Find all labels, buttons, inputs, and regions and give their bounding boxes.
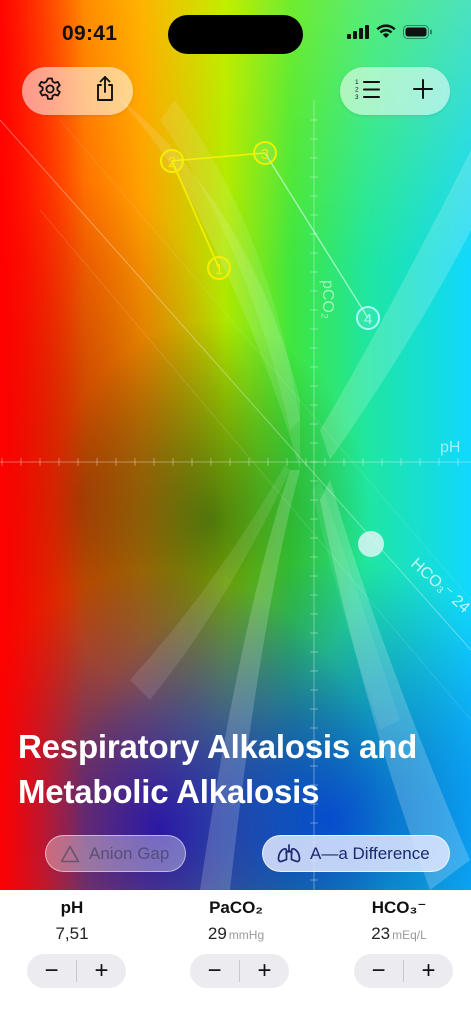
paco2-unit: mmHg <box>228 928 265 942</box>
right-toolbar: 1 2 3 <box>340 67 450 115</box>
point-label: 2 <box>168 154 176 171</box>
history-point[interactable]: 3 <box>253 141 277 165</box>
lungs-icon <box>277 843 301 864</box>
ph-parameter: pH 7,51 <box>2 898 142 944</box>
ph-label: pH <box>60 898 84 917</box>
hco3-label: HCO₃⁻ <box>371 898 427 917</box>
battery-icon <box>403 24 433 44</box>
current-value-marker[interactable] <box>358 531 384 557</box>
history-path-segment <box>264 152 369 319</box>
parameter-panel: pH 7,51 − + PaCO₂ 29 mmHg − + HCO₃⁻ 23 mEq… <box>0 890 471 1024</box>
history-point[interactable]: 2 <box>160 149 184 173</box>
ph-axis-label: pH <box>440 439 460 456</box>
history-list-button[interactable]: 1 2 3 <box>344 67 392 115</box>
chart-band <box>320 150 471 460</box>
isopleth-line <box>59 119 471 601</box>
paco2-increment-button[interactable]: + <box>240 954 289 988</box>
ph-increment-button[interactable]: + <box>77 954 126 988</box>
cellular-signal-icon <box>347 24 369 44</box>
status-time: 09:41 <box>62 22 118 45</box>
history-point[interactable]: 4 <box>356 306 380 330</box>
hco3-increment-button[interactable]: + <box>404 954 453 988</box>
ph-stepper: − + <box>27 954 126 988</box>
hco3-axis-label: HCO₃⁻ 24 <box>407 555 471 616</box>
anion-gap-label: Anion Gap <box>89 843 170 863</box>
aa-difference-label: A—a Difference <box>310 843 430 863</box>
paco2-value: 29 <box>207 924 227 943</box>
svg-text:3: 3 <box>355 94 359 100</box>
paco2-stepper: − + <box>190 954 289 988</box>
paco2-parameter: PaCO₂ 29 mmHg <box>166 898 306 944</box>
share-button[interactable] <box>81 67 129 115</box>
diagnosis-title: Respiratory Alkalosis and Metabolic Alka… <box>18 728 418 810</box>
svg-text:2: 2 <box>355 86 359 93</box>
wifi-icon <box>376 24 396 44</box>
triangle-icon <box>60 845 80 863</box>
paco2-decrement-button[interactable]: − <box>190 954 239 988</box>
numbered-list-icon: 1 2 3 <box>355 78 381 105</box>
hco3-unit: mEq/L <box>392 928 427 942</box>
hco3-stepper: − + <box>354 954 453 988</box>
hco3-decrement-button[interactable]: − <box>354 954 403 988</box>
aa-difference-button[interactable]: A—a Difference <box>262 835 450 872</box>
app-screen: pCO₂ pH HCO₃⁻ 24 1 2 3 4 09:41 1 2 3 Res… <box>0 0 471 1024</box>
paco2-label: PaCO₂ <box>209 898 263 917</box>
history-point[interactable]: 1 <box>207 256 231 280</box>
pco2-axis-label: pCO₂ <box>319 280 336 319</box>
hco3-value: 23 <box>371 924 391 943</box>
status-icons <box>347 24 433 44</box>
chart-band <box>312 480 400 730</box>
left-toolbar <box>22 67 133 115</box>
svg-text:1: 1 <box>355 79 359 86</box>
share-icon <box>93 75 117 108</box>
point-label: 3 <box>261 146 269 163</box>
gear-icon <box>37 76 63 107</box>
ph-value: 7,51 <box>55 924 89 943</box>
point-label: 4 <box>364 311 372 328</box>
dynamic-island <box>168 15 303 54</box>
chart-band <box>320 480 470 890</box>
point-label: 1 <box>215 261 223 278</box>
anion-gap-button[interactable]: Anion Gap <box>45 835 186 872</box>
status-bar: 09:41 <box>0 0 471 70</box>
ph-decrement-button[interactable]: − <box>27 954 76 988</box>
add-button[interactable] <box>399 67 447 115</box>
hco3-parameter: HCO₃⁻ 23 mEq/L <box>329 898 469 944</box>
settings-button[interactable] <box>26 67 74 115</box>
plus-icon <box>412 78 434 105</box>
